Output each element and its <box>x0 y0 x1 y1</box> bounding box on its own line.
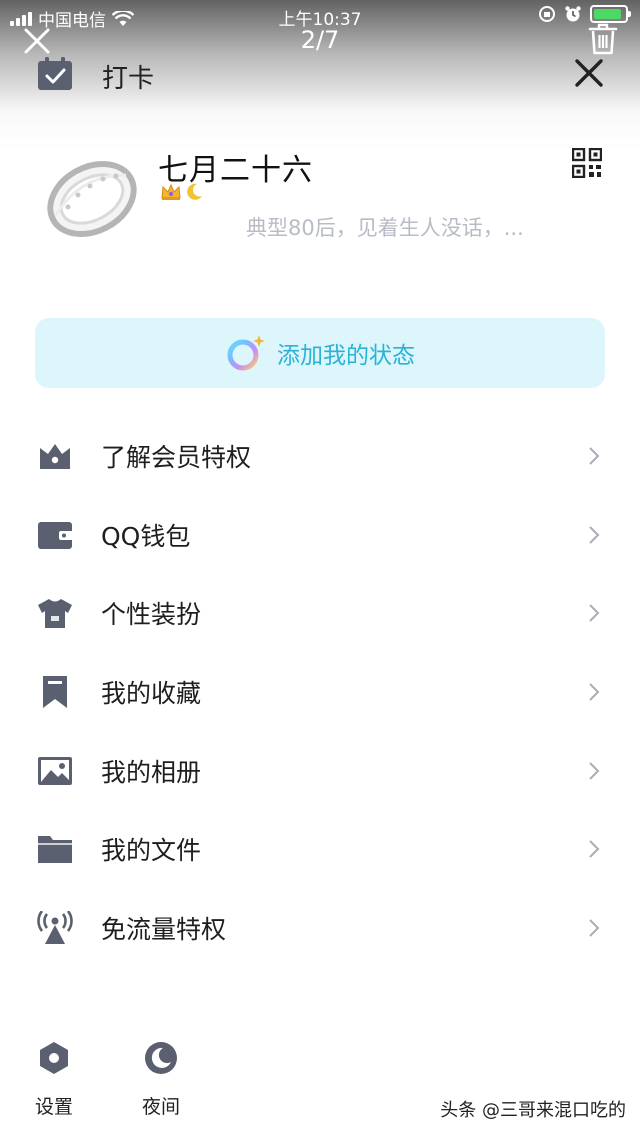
battery-level <box>594 9 621 19</box>
moon-icon <box>145 1042 177 1074</box>
menu-item-label: 免流量特权 <box>101 914 227 944</box>
bookmark-icon <box>43 676 67 709</box>
menu-item-favorites[interactable]: 我的收藏 <box>0 653 640 732</box>
antenna-icon <box>37 910 73 944</box>
badges <box>160 182 204 202</box>
battery-icon <box>590 5 631 23</box>
signature[interactable]: 典型80后，见着生人没话，... <box>246 212 524 242</box>
wallet-icon <box>38 521 73 549</box>
menu-item-label: 我的相册 <box>101 757 202 787</box>
menu-list: 了解会员特权 QQ钱包 个性装扮 我的收藏 我的相册 我的文件 免流量特权 <box>0 417 640 967</box>
chevron-right-icon <box>589 761 600 780</box>
checkin-label[interactable]: 打卡 <box>102 58 154 95</box>
menu-item-free-data[interactable]: 免流量特权 <box>0 889 640 968</box>
watermark: 头条 @三哥来混口吃的 <box>440 1100 626 1121</box>
chevron-right-icon <box>589 919 600 937</box>
shirt-icon <box>38 599 72 629</box>
menu-item-album[interactable]: 我的相册 <box>0 731 640 810</box>
qr-code-icon[interactable] <box>572 148 602 178</box>
menu-item-label: QQ钱包 <box>101 521 191 551</box>
screen: 中国电信 上午10:37 2/7 打卡 七月二十六 典型80后，见着生人没话，.… <box>0 0 640 1138</box>
night-label: 夜间 <box>141 1096 180 1118</box>
gear-icon <box>40 1042 68 1074</box>
night-mode-button[interactable]: 夜间 <box>126 1040 196 1119</box>
settings-button[interactable]: 设置 <box>19 1040 89 1119</box>
chevron-right-icon <box>589 604 600 623</box>
menu-item-wallet[interactable]: QQ钱包 <box>0 496 640 575</box>
crown-icon <box>40 444 70 470</box>
status-right <box>538 5 631 23</box>
chevron-right-icon <box>589 447 600 466</box>
add-status-label: 添加我的状态 <box>277 343 415 369</box>
menu-item-label: 我的收藏 <box>101 679 202 709</box>
crown-badge-icon <box>161 183 181 200</box>
chevron-right-icon <box>589 526 600 544</box>
menu-item-label: 我的文件 <box>101 836 202 866</box>
menu-item-files[interactable]: 我的文件 <box>0 810 640 889</box>
status-ring-icon <box>227 335 265 371</box>
photo-icon <box>38 756 72 785</box>
avatar[interactable] <box>40 145 144 245</box>
drawer-header: 打卡 <box>0 50 640 96</box>
menu-item-vip[interactable]: 了解会员特权 <box>0 417 640 496</box>
close-icon[interactable] <box>572 56 606 90</box>
calendar-check-icon[interactable] <box>36 56 74 92</box>
menu-item-label: 了解会员特权 <box>101 443 252 473</box>
lock-rotation-icon <box>539 6 555 22</box>
settings-label: 设置 <box>34 1096 73 1118</box>
image-counter: 2/7 <box>300 26 340 54</box>
trash-icon[interactable] <box>588 22 618 56</box>
menu-item-label: 个性装扮 <box>101 600 202 630</box>
folder-icon <box>38 836 72 864</box>
alarm-icon <box>565 6 581 22</box>
chevron-right-icon <box>589 840 600 858</box>
menu-item-theme[interactable]: 个性装扮 <box>0 574 640 653</box>
viewer-close-icon[interactable] <box>20 24 54 58</box>
moon-badge-icon <box>187 183 202 200</box>
chevron-right-icon <box>589 683 600 701</box>
add-status-button[interactable]: 添加我的状态 <box>35 318 605 388</box>
